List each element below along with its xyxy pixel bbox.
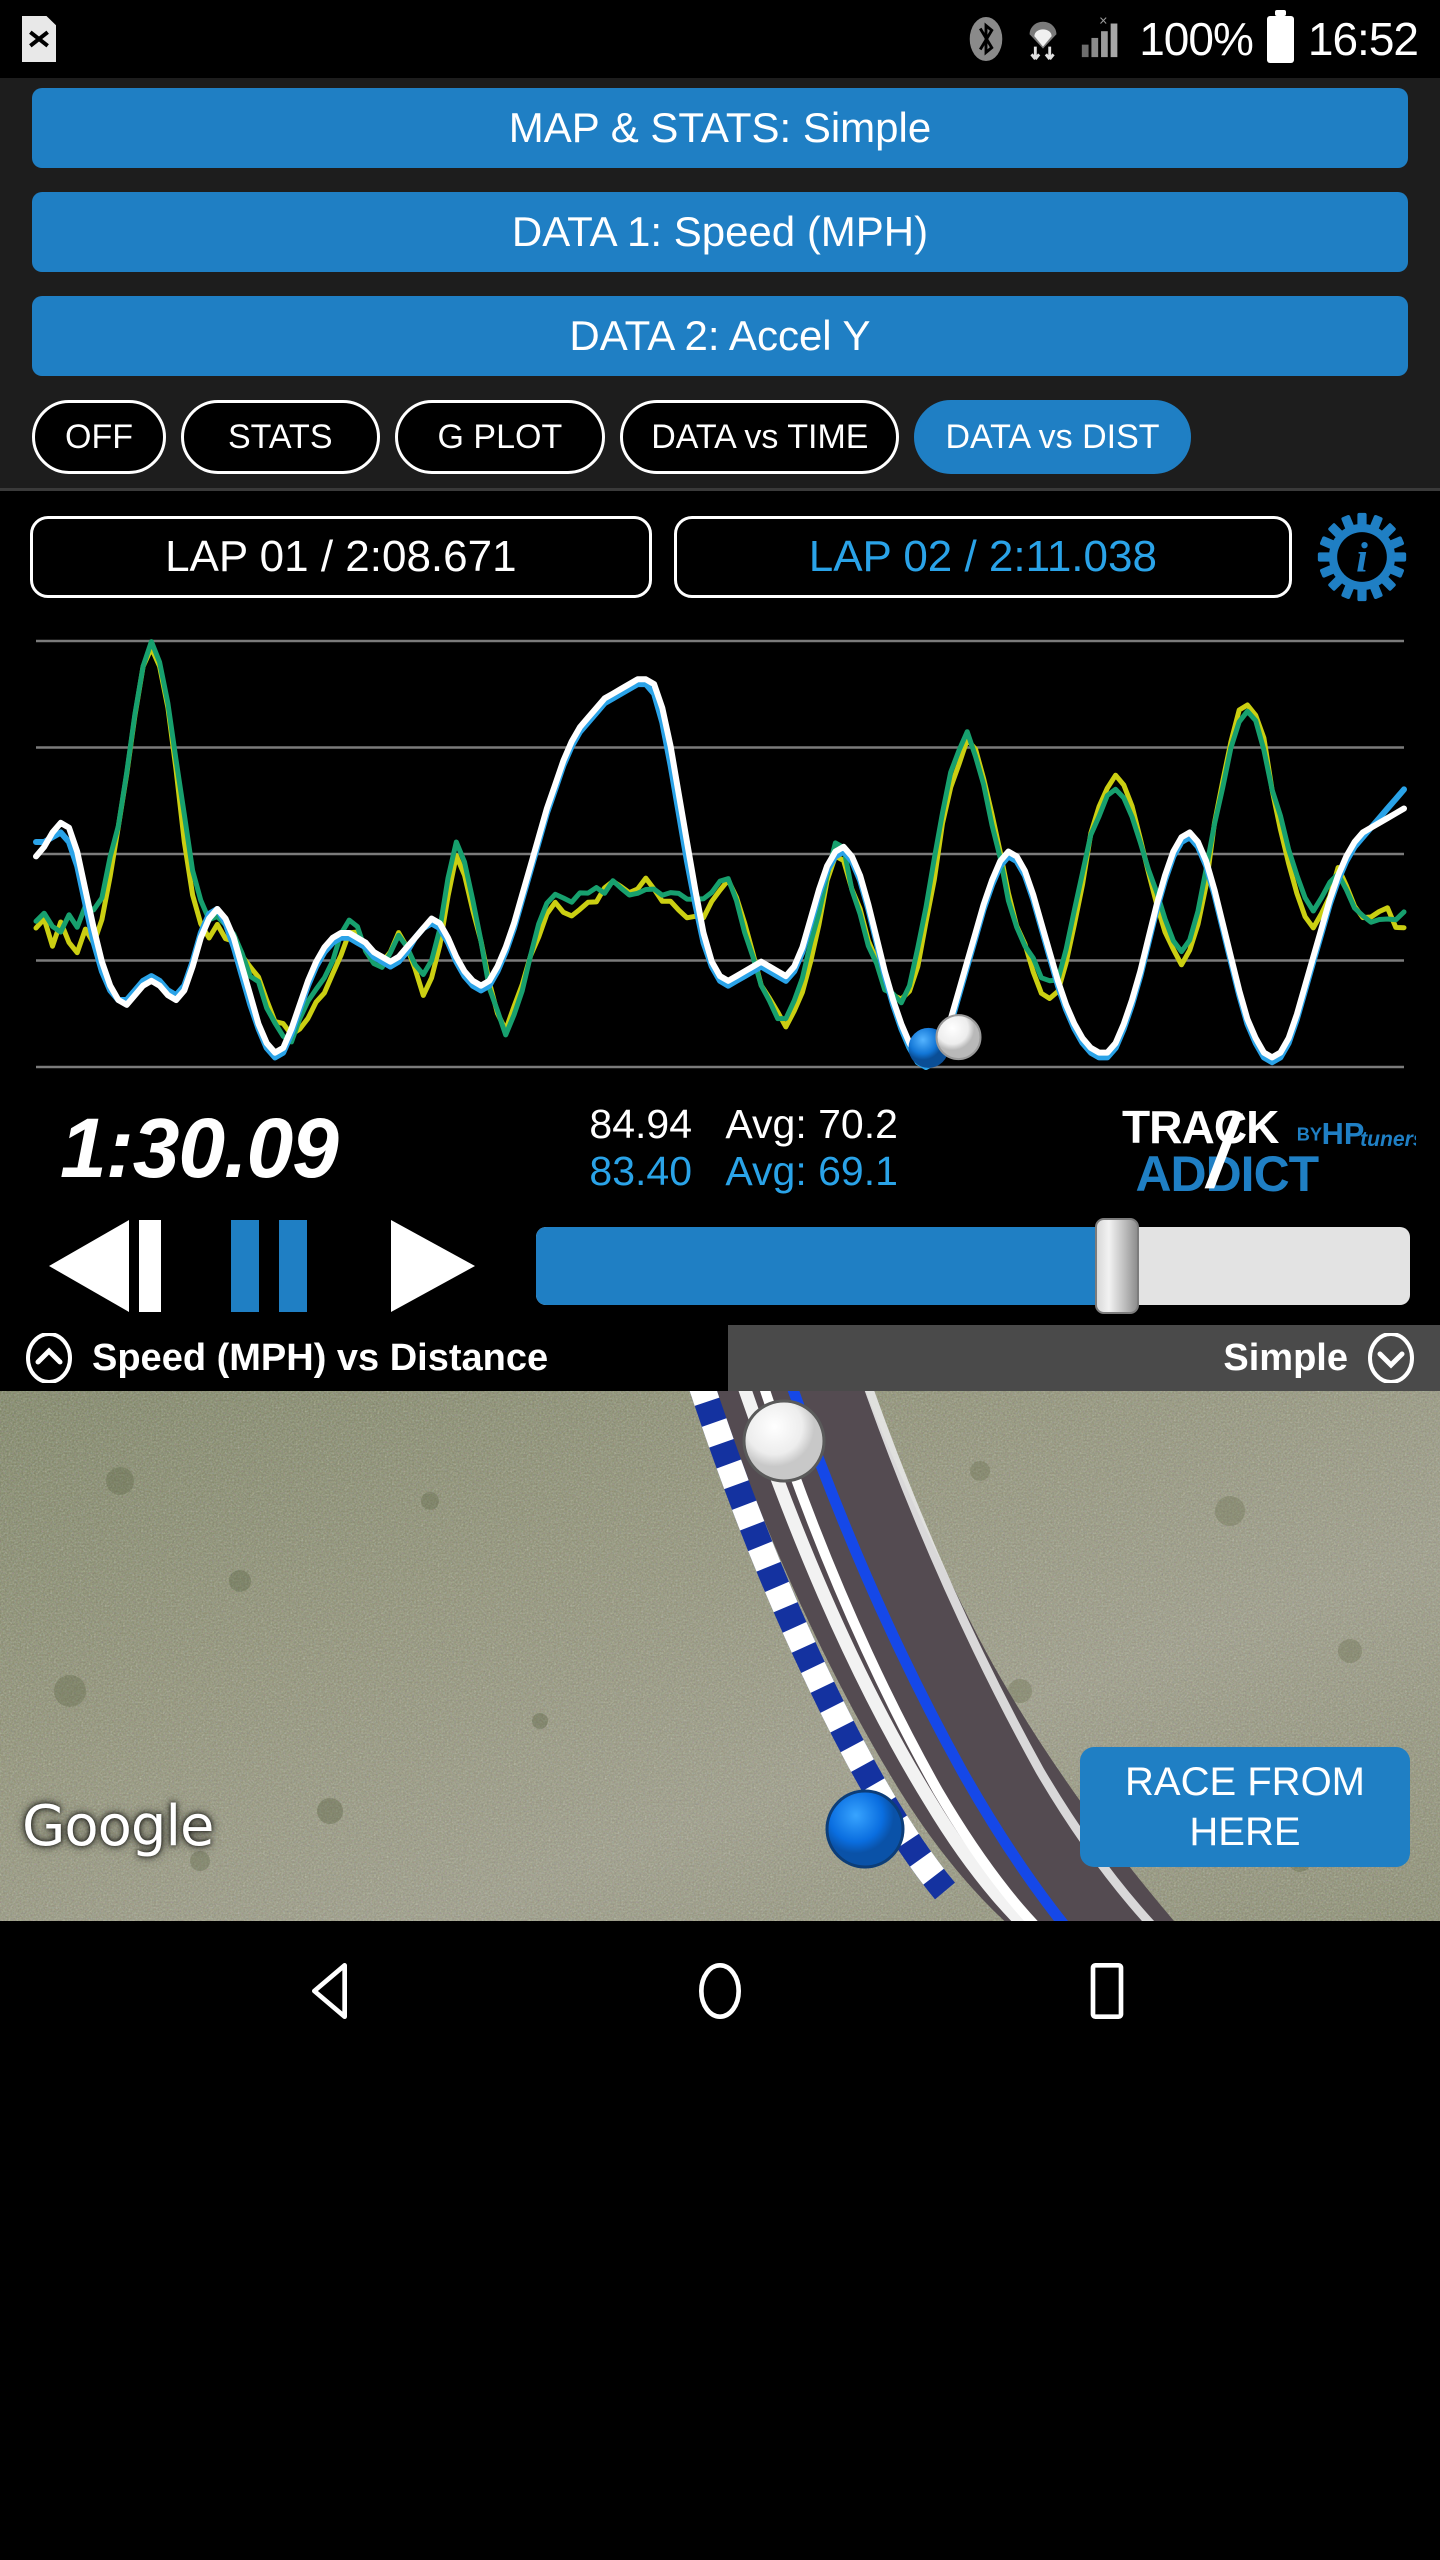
toggle-g-plot[interactable]: G PLOT [394, 400, 606, 474]
cellular-signal-icon: × [1079, 13, 1125, 60]
play-icon[interactable] [358, 1220, 508, 1312]
trackaddict-logo: TRACK ADDICT BY HP tuners [1116, 1100, 1416, 1196]
lap2-stat-line: 83.40 Avg: 69.1 [544, 1148, 898, 1195]
blue-position-marker[interactable] [825, 1789, 905, 1869]
logo-tuners: tuners [1360, 1128, 1416, 1151]
playback-slider[interactable] [536, 1218, 1410, 1314]
play-triangle [391, 1220, 475, 1312]
step-back-icon[interactable] [30, 1220, 180, 1312]
status-bar-right: × 100% 16:52 [965, 9, 1419, 66]
satellite-map[interactable]: Google RACE FROM HERE [0, 1391, 1440, 1921]
chart-cursor-lap1[interactable] [935, 1014, 982, 1061]
data2-button[interactable]: DATA 2: Accel Y [32, 296, 1408, 376]
lap2-average-value: Avg: 69.1 [725, 1148, 898, 1194]
lap-02-button[interactable]: LAP 02 / 2:11.038 [673, 516, 1293, 598]
pause-bar-right [279, 1220, 307, 1312]
pause-bar-left [231, 1220, 259, 1312]
status-bar-clock: 16:52 [1307, 13, 1419, 65]
recents-square-icon[interactable] [1047, 1946, 1167, 2036]
playback-controls-row [0, 1207, 1440, 1325]
toggle-data-vs-time[interactable]: DATA vs TIME [620, 400, 900, 474]
status-bar: × 100% 16:52 [0, 0, 1440, 78]
pause-icon[interactable] [194, 1220, 344, 1312]
race-from-here-button[interactable]: RACE FROM HERE [1080, 1747, 1410, 1867]
bluetooth-icon [965, 16, 1007, 62]
logo-by: BY [1297, 1123, 1322, 1144]
back-triangle-icon[interactable] [273, 1946, 393, 2036]
status-bar-left [22, 16, 56, 62]
toggle-off[interactable]: OFF [32, 400, 166, 474]
white-position-marker[interactable] [742, 1399, 826, 1483]
lap2-current-value: 83.40 [589, 1148, 692, 1194]
map-stats-button[interactable]: MAP & STATS: Simple [32, 88, 1408, 168]
chevron-down-circle-icon[interactable] [1366, 1332, 1416, 1384]
svg-text:i: i [1356, 535, 1368, 582]
data-chart[interactable] [0, 619, 1440, 1089]
logo-hp: HP [1322, 1116, 1365, 1151]
lap-01-button[interactable]: LAP 01 / 2:08.671 [30, 516, 652, 598]
svg-text:×: × [1099, 13, 1107, 29]
playback-slider-thumb[interactable] [1095, 1218, 1140, 1314]
chevron-up-circle-icon[interactable] [24, 1332, 74, 1384]
lap-selector-row: LAP 01 / 2:08.671 LAP 02 / 2:11.038 i [0, 488, 1440, 619]
lap1-current-value: 84.94 [589, 1101, 692, 1147]
android-nav-bar [0, 1921, 1440, 2061]
chart-section-header[interactable]: Speed (MPH) vs Distance [0, 1325, 728, 1391]
lap1-average-value: Avg: 70.2 [725, 1101, 898, 1147]
playback-timer: 1:30.09 [60, 1100, 339, 1195]
sim-card-x-icon [22, 16, 56, 62]
home-circle-icon[interactable] [660, 1946, 780, 2036]
mode-toggle-row: OFF STATS G PLOT DATA vs TIME DATA vs DI… [32, 400, 1408, 474]
wifi-off-icon [1021, 16, 1065, 62]
toggle-data-vs-dist[interactable]: DATA vs DIST [914, 400, 1191, 474]
battery-full-icon [1266, 9, 1294, 63]
google-attribution: Google [22, 1794, 214, 1859]
gear-info-icon[interactable]: i [1314, 509, 1410, 605]
chart-title-label: Speed (MPH) vs Distance [92, 1336, 549, 1379]
step-back-triangle [49, 1220, 129, 1312]
chart-canvas [0, 619, 1440, 1089]
stats-row: 1:30.09 84.94 Avg: 70.2 83.40 Avg: 69.1 … [0, 1089, 1440, 1207]
section-header-bar: Speed (MPH) vs Distance Simple [0, 1325, 1440, 1391]
toggle-stats[interactable]: STATS [180, 400, 380, 474]
top-control-panel: MAP & STATS: Simple DATA 1: Speed (MPH) … [0, 78, 1440, 488]
map-mode-header[interactable]: Simple [728, 1325, 1440, 1391]
map-mode-label: Simple [1223, 1336, 1348, 1379]
stat-values: 84.94 Avg: 70.2 83.40 Avg: 69.1 [544, 1101, 898, 1195]
data1-button[interactable]: DATA 1: Speed (MPH) [32, 192, 1408, 272]
lap1-stat-line: 84.94 Avg: 70.2 [544, 1101, 898, 1148]
battery-percent-label: 100% [1139, 13, 1254, 65]
step-back-bar [139, 1220, 161, 1312]
playback-slider-fill [536, 1227, 1118, 1305]
